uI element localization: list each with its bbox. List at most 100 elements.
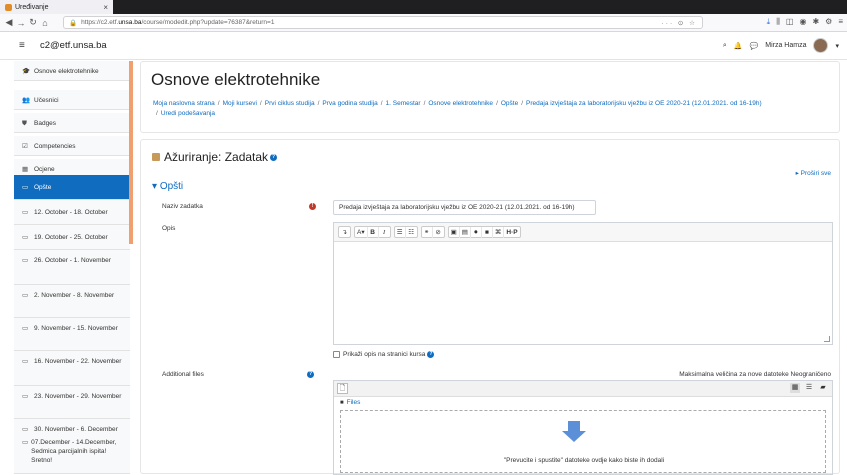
assignment-name-input[interactable]: Predaja izvještaja za laboratorijsku vje… <box>333 200 596 215</box>
unlink-icon[interactable]: ⊘ <box>433 227 444 238</box>
file-manager-toolbar: 🗋 ▦ ☰ ▰ <box>334 381 832 397</box>
menu-icon[interactable]: ≡ <box>838 17 843 27</box>
resize-handle-icon[interactable] <box>824 336 830 342</box>
back-icon[interactable]: ◀ <box>3 17 15 28</box>
italic-icon[interactable]: I <box>379 227 390 238</box>
max-size-info: Maksimalna veličina za nove datoteke Neo… <box>679 371 831 378</box>
editor-group: A▾ B I <box>354 226 391 238</box>
link-icon[interactable]: ⚭ <box>422 227 433 238</box>
form-heading-text: Ažuriranje: Zadatak <box>164 150 269 164</box>
extension-icon[interactable]: ✱ <box>812 17 819 27</box>
add-file-icon[interactable]: 🗋 <box>337 383 348 394</box>
lock-icon: 🔒 <box>69 19 78 27</box>
form-heading: Ažuriranje: Zadatak ? <box>152 150 278 164</box>
messages-icon[interactable]: 💬 <box>750 42 759 50</box>
sidebar-item-week[interactable]: ▭ 26. October - 1. November <box>14 250 130 285</box>
download-icon[interactable]: ⤓ <box>767 17 771 27</box>
sidebar-item-label: 23. November - 29. November <box>34 393 122 400</box>
file-path[interactable]: ■ Files <box>340 399 360 406</box>
breadcrumb-item[interactable]: Prva godina studija <box>322 100 377 107</box>
address-bar[interactable]: 🔒 https://c2.etf. unsa.ba/course/modedit.… <box>63 16 703 29</box>
breadcrumb-item[interactable]: Uredi podešavanja <box>161 110 215 117</box>
sidebar-item-general[interactable]: ▭ Opšte <box>14 175 130 200</box>
media-icon[interactable]: ▤ <box>460 227 471 238</box>
breadcrumb-item[interactable]: Moji kursevi <box>223 100 257 107</box>
sidebar-item-label: 07.December - 14.December, Sedmica parci… <box>31 439 117 464</box>
help-icon[interactable]: ? <box>427 351 435 358</box>
show-description-row: Prikaži opis na stranici kursa ? <box>333 351 435 358</box>
tab-close-icon[interactable]: × <box>103 3 108 12</box>
view-switcher: ▦ ☰ ▰ <box>790 383 828 393</box>
account-icon[interactable]: ◉ <box>799 17 806 27</box>
breadcrumb-separator: / <box>317 100 320 107</box>
video-icon[interactable]: ■ <box>482 227 493 238</box>
microphone-icon[interactable]: ⏺ <box>471 227 482 238</box>
breadcrumb-item[interactable]: Opšte <box>501 100 518 107</box>
page-title: Osnove elektrotehnike <box>151 70 321 89</box>
list-view-icon[interactable]: ☰ <box>804 383 814 393</box>
section-general-header[interactable]: ▾ Opšti <box>152 181 183 192</box>
library-icon[interactable]: ⫼ <box>776 17 780 27</box>
sidebar-item-badges[interactable]: ⛊ Badges <box>14 113 130 133</box>
search-icon[interactable]: ⌕ <box>723 42 727 50</box>
sidebar-item-week[interactable]: ▭ 19. October - 25. October <box>14 225 130 250</box>
sidebar-item-course[interactable]: 🎓 Osnove elektrotehnike <box>14 61 130 81</box>
editor-toolbar: ↴ A▾ B I ☰ ☷ ⚭ ⊘ ▣ ▤ ⏺ ■ ⌘ H·P <box>334 223 832 242</box>
drawer-scrollbar[interactable] <box>129 61 133 244</box>
reload-icon[interactable]: ↻ <box>27 17 39 28</box>
paragraph-style-icon[interactable]: A▾ <box>355 227 368 238</box>
breadcrumb: Moja naslovna strana / Moji kursevi / Prvi c… <box>153 99 833 119</box>
sidebar-item-week[interactable]: ▭ 2. November - 8. November <box>14 285 130 318</box>
folder-icon: ▭ <box>22 439 29 446</box>
hamburger-menu-icon[interactable]: ≡ <box>19 40 25 51</box>
show-description-checkbox[interactable] <box>333 351 340 358</box>
toolbar-toggle-icon[interactable]: ↴ <box>339 227 350 238</box>
nav-drawer: 🎓 Osnove elektrotehnike 👥 Učesnici ⛊ Bad… <box>14 61 130 474</box>
sidebar-item-label: Osnove elektrotehnike <box>34 68 99 75</box>
folder-icon: ▭ <box>22 184 29 191</box>
breadcrumb-item[interactable]: Predaja izvještaja za laboratorijsku vje… <box>526 100 762 107</box>
sidebar-toggle-icon[interactable]: ◫ <box>786 17 794 27</box>
tree-view-icon[interactable]: ▰ <box>818 383 828 393</box>
breadcrumb-separator: / <box>521 100 524 107</box>
sidebar-item-competencies[interactable]: ☑ Competencies <box>14 136 130 156</box>
sidebar-item-week[interactable]: ▭ 12. October - 18. October <box>14 200 130 225</box>
user-name[interactable]: Mirza Hamza <box>765 42 806 49</box>
description-editor[interactable]: ↴ A▾ B I ☰ ☷ ⚭ ⊘ ▣ ▤ ⏺ ■ ⌘ H·P <box>333 222 833 345</box>
image-icon[interactable]: ▣ <box>449 227 460 238</box>
folder-icon: ▭ <box>22 358 29 365</box>
breadcrumb-item[interactable]: Osnove elektrotehnike <box>428 100 493 107</box>
ordered-list-icon[interactable]: ☷ <box>406 227 417 238</box>
expand-all-link[interactable]: ▸ Proširi sve <box>796 169 831 177</box>
help-icon[interactable]: ? <box>270 153 278 161</box>
sidebar-item-participants[interactable]: 👥 Učesnici <box>14 90 130 110</box>
manage-files-icon[interactable]: ⌘ <box>493 227 505 238</box>
chevron-down-icon[interactable]: ▾ <box>835 42 839 50</box>
sidebar-item-week[interactable]: ▭ 23. November - 29. November <box>14 386 130 419</box>
chevron-down-icon: ▾ <box>152 181 158 192</box>
unordered-list-icon[interactable]: ☰ <box>395 227 406 238</box>
breadcrumb-item[interactable]: Moja naslovna strana <box>153 100 215 107</box>
sidebar-item-week[interactable]: ▭ 16. November - 22. November <box>14 351 130 386</box>
sidebar-item-week[interactable]: ▭ 07.December - 14.December, Sedmica par… <box>14 436 130 474</box>
grid-view-icon[interactable]: ▦ <box>790 383 800 393</box>
forward-icon[interactable]: → <box>15 18 27 28</box>
help-icon[interactable]: ? <box>307 371 314 378</box>
h5p-icon[interactable]: H·P <box>504 227 519 238</box>
file-drop-zone[interactable]: "Prevucite i spustite" datoteke ovdje ka… <box>340 410 826 473</box>
drop-zone-text: "Prevucite i spustite" datoteke ovdje ka… <box>503 457 665 464</box>
browser-tab[interactable]: Uređivanje × <box>0 0 113 14</box>
check-square-icon: ☑ <box>22 143 28 150</box>
breadcrumb-separator: / <box>217 100 220 107</box>
main-region: Osnove elektrotehnike Moja naslovna stra… <box>140 61 847 475</box>
home-icon[interactable]: ⌂ <box>39 18 51 28</box>
sidebar-item-week[interactable]: ▭ 9. November - 15. November <box>14 318 130 351</box>
extension-2-icon[interactable]: ⚙ <box>825 17 832 27</box>
site-name[interactable]: c2@etf.unsa.ba <box>40 40 107 51</box>
breadcrumb-item[interactable]: 1. Semestar <box>386 100 421 107</box>
bold-icon[interactable]: B <box>368 227 379 238</box>
notifications-bell-icon[interactable]: 🔔 <box>734 42 743 50</box>
avatar[interactable] <box>813 38 829 53</box>
url-actions[interactable]: ··· ⊙ ☆ <box>662 19 697 27</box>
breadcrumb-item[interactable]: Prvi ciklus studija <box>265 100 315 107</box>
